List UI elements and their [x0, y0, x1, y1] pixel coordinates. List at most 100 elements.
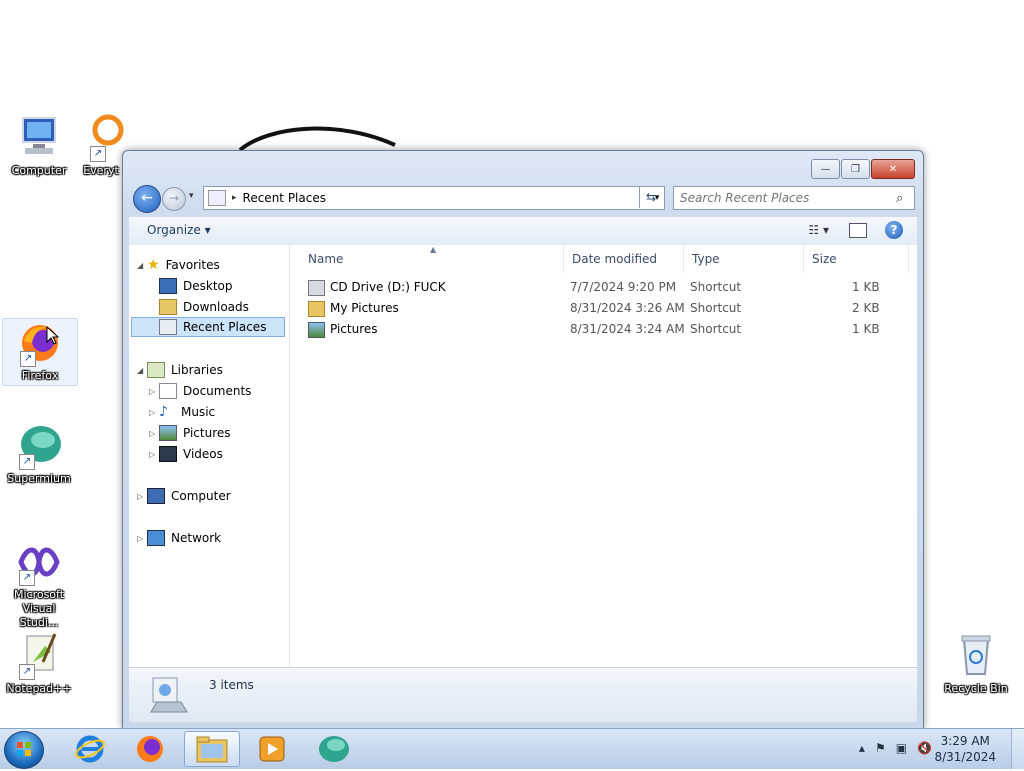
supermium-icon — [319, 736, 349, 762]
shortcut-arrow-icon: ↗ — [19, 570, 35, 586]
network-icon[interactable]: ▣ — [896, 741, 907, 755]
back-button[interactable]: ← — [133, 185, 161, 213]
collapse-icon[interactable]: ◢ — [137, 366, 147, 375]
desktop-icon-recycle-bin[interactable]: Recycle Bin — [940, 632, 1012, 696]
collapse-icon[interactable]: ◢ — [137, 261, 147, 270]
shortcut-arrow-icon: ↗ — [20, 351, 36, 367]
tree-desktop[interactable]: Desktop — [159, 276, 233, 296]
desktop-icon-label: Microsoft Visual Studi... — [13, 588, 65, 629]
tree-label: Network — [171, 531, 222, 545]
expand-icon[interactable]: ▷ — [149, 408, 159, 417]
taskbar-internet-explorer[interactable] — [62, 731, 118, 767]
expand-icon[interactable]: ▷ — [149, 387, 159, 396]
close-button[interactable]: ✕ — [871, 159, 915, 179]
search-icon[interactable]: ⌕ — [896, 191, 914, 206]
media-player-icon — [259, 736, 285, 762]
address-path[interactable]: Recent Places — [243, 191, 650, 205]
clock[interactable]: 3:29 AM 8/31/2024 — [934, 733, 996, 765]
tree-label: Videos — [183, 447, 223, 461]
help-button[interactable]: ? — [885, 221, 903, 239]
tree-music[interactable]: ▷ ♪ Music — [149, 402, 215, 422]
tree-videos[interactable]: ▷ Videos — [149, 444, 223, 464]
expand-icon[interactable]: ▷ — [137, 492, 147, 501]
navigation-pane[interactable]: ◢ ★ Favorites Desktop Downloads Recent P… — [129, 245, 290, 667]
file-size: 1 KB — [852, 322, 880, 336]
desktop-icon-everything[interactable]: ↗ Everyt — [80, 114, 124, 178]
computer-icon — [147, 488, 165, 504]
tree-libraries[interactable]: ◢ Libraries — [137, 360, 223, 380]
refresh-button[interactable]: ⇆ — [639, 186, 662, 208]
preview-pane-button[interactable] — [849, 223, 867, 238]
organize-button[interactable]: Organize ▾ — [147, 223, 211, 237]
cd-drive-icon — [308, 280, 325, 296]
desktop-icon-label: Recycle Bin — [944, 682, 1008, 695]
file-row[interactable]: My Pictures 8/31/2024 3:26 AM Shortcut 2… — [300, 298, 900, 319]
show-desktop-button[interactable] — [1011, 729, 1024, 769]
file-date: 7/7/2024 9:20 PM — [570, 280, 677, 294]
search-input[interactable] — [674, 190, 896, 206]
breadcrumb-separator-icon[interactable]: ▸ — [232, 193, 237, 203]
column-header-size[interactable]: Size — [804, 245, 909, 273]
tree-pictures[interactable]: ▷ Pictures — [149, 423, 231, 443]
tree-recent-places[interactable]: Recent Places — [131, 317, 285, 337]
search-box[interactable]: ⌕ — [673, 186, 915, 210]
taskbar-supermium[interactable] — [306, 731, 362, 767]
expand-icon[interactable]: ▷ — [149, 429, 159, 438]
clock-time: 3:29 AM — [940, 734, 990, 748]
tree-computer[interactable]: ▷ Computer — [137, 486, 231, 506]
expand-icon[interactable]: ▷ — [137, 534, 147, 543]
file-row[interactable]: CD Drive (D:) FUCK 7/7/2024 9:20 PM Shor… — [300, 277, 900, 298]
desktop-icon-supermium[interactable]: ↗ Supermium — [3, 422, 75, 486]
recent-places-icon — [159, 319, 177, 335]
tree-favorites[interactable]: ◢ ★ Favorites — [137, 255, 220, 275]
expand-icon[interactable]: ▷ — [149, 450, 159, 459]
taskbar-firefox[interactable] — [122, 731, 178, 767]
content-area: ◢ ★ Favorites Desktop Downloads Recent P… — [129, 245, 917, 667]
file-row[interactable]: Pictures 8/31/2024 3:24 AM Shortcut 1 KB — [300, 319, 900, 340]
volume-muted-icon[interactable]: 🔇 — [917, 741, 932, 755]
desktop-icon-label: Firefox — [21, 369, 59, 382]
navigation-bar: ← → ▾ ▸ Recent Places ▾ ⇆ ⌕ — [131, 185, 915, 213]
pictures-icon — [159, 425, 177, 441]
file-size: 2 KB — [852, 301, 880, 315]
music-icon: ♪ — [159, 404, 168, 420]
minimize-button[interactable]: — — [811, 159, 840, 179]
desktop-icon-notepadpp[interactable]: ↗ Notepad++ — [3, 632, 75, 696]
clock-date: 8/31/2024 — [934, 750, 996, 764]
show-hidden-icons-chevron-icon[interactable]: ▴ — [859, 741, 865, 755]
start-button[interactable] — [4, 731, 44, 769]
visual-studio-icon: ↗ — [15, 538, 63, 586]
tree-label: Desktop — [183, 279, 233, 293]
file-list[interactable]: Name ▲ Date modified Type Size CD Drive … — [290, 245, 917, 667]
desktop-icon-label: Everyt — [83, 164, 119, 177]
address-bar[interactable]: ▸ Recent Places ▾ — [203, 186, 665, 210]
forward-button[interactable]: → — [162, 187, 186, 211]
column-header-date-modified[interactable]: Date modified — [564, 245, 684, 273]
file-date: 8/31/2024 3:26 AM — [570, 301, 685, 315]
desktop-icon-firefox[interactable]: ↗ Firefox — [2, 318, 78, 386]
folder-icon — [308, 301, 325, 317]
desktop-icon-label: Notepad++ — [6, 682, 72, 695]
tree-downloads[interactable]: Downloads — [159, 297, 249, 317]
desktop-icon-visual-studio[interactable]: ↗ Microsoft Visual Studi... — [3, 538, 75, 630]
notepadpp-icon: ↗ — [15, 632, 63, 680]
libraries-icon — [147, 362, 165, 378]
taskbar-windows-explorer[interactable] — [184, 731, 240, 767]
change-view-button[interactable]: ☷ ▾ — [808, 223, 829, 237]
recycle-bin-icon — [952, 632, 1000, 680]
tree-label: Music — [181, 405, 216, 419]
file-name: CD Drive (D:) FUCK — [330, 280, 446, 294]
taskbar-media-player[interactable] — [244, 731, 300, 767]
tree-label: Recent Places — [183, 320, 267, 334]
explorer-window[interactable]: — ❐ ✕ ← → ▾ ▸ Recent Places ▾ ⇆ ⌕ Organi… — [122, 150, 924, 730]
recent-pages-dropdown[interactable]: ▾ — [189, 191, 194, 201]
column-header-type[interactable]: Type — [684, 245, 804, 273]
action-center-flag-icon[interactable]: ⚑ — [875, 741, 886, 755]
maximize-button[interactable]: ❐ — [841, 159, 870, 179]
recent-places-large-icon — [147, 672, 188, 716]
network-icon — [147, 530, 165, 546]
tree-network[interactable]: ▷ Network — [137, 528, 221, 548]
tree-documents[interactable]: ▷ Documents — [149, 381, 251, 401]
folder-icon — [196, 736, 228, 763]
desktop-icon-computer[interactable]: Computer — [3, 114, 75, 178]
